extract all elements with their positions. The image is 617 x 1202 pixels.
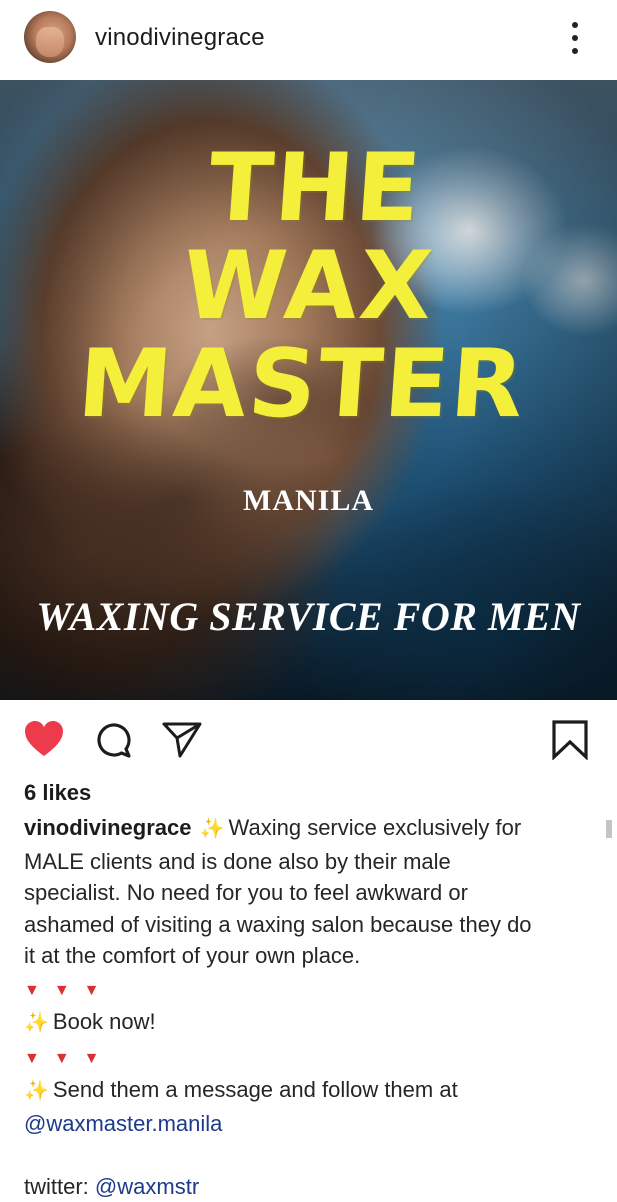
- caption-line: ashamed of visiting a waxing salon becau…: [24, 909, 594, 941]
- caption-line: vinodivinegrace ✨Waxing service exclusiv…: [24, 812, 594, 846]
- heart-filled-icon: [22, 718, 66, 760]
- promo-subtitle: MANILA: [0, 484, 617, 518]
- post-header: vinodivinegrace: [0, 0, 617, 80]
- like-button[interactable]: [22, 718, 66, 760]
- more-vertical-icon-dot: [572, 48, 578, 54]
- scroll-indicator[interactable]: [606, 820, 612, 838]
- caption-line: twitter: @waxmstr: [24, 1171, 594, 1202]
- post-caption: vinodivinegrace ✨Waxing service exclusiv…: [24, 812, 594, 1202]
- red-triangle-down-icon: ▼▼▼: [24, 982, 114, 999]
- caption-line: it at the comfort of your own place.: [24, 940, 594, 972]
- caption-text: Waxing service exclusively for: [229, 815, 522, 840]
- caption-line: ✨Book now!: [24, 1006, 594, 1040]
- share-button[interactable]: [160, 718, 204, 760]
- bookmark-icon: [548, 718, 592, 760]
- caption-line: MALE clients and is done also by their m…: [24, 846, 594, 878]
- caption-book-now: Book now!: [53, 1009, 156, 1034]
- more-vertical-icon-dot: [572, 35, 578, 41]
- more-options-button[interactable]: [560, 18, 590, 58]
- comment-button[interactable]: [92, 718, 136, 760]
- comment-icon: [92, 718, 136, 760]
- avatar[interactable]: [24, 11, 76, 63]
- promo-title-line: WAX: [0, 238, 617, 336]
- caption-emoji-line: ▼▼▼: [24, 1040, 594, 1075]
- sparkles-emoji-icon: ✨: [24, 1008, 49, 1040]
- promo-title-line: MASTER: [0, 336, 614, 434]
- caption-send-text: Send them a message and follow them at: [53, 1077, 458, 1102]
- caption-blank-line: [24, 1139, 594, 1171]
- caption-username[interactable]: vinodivinegrace: [24, 815, 192, 840]
- more-vertical-icon: [572, 22, 578, 28]
- caption-line: ✨Send them a message and follow them at: [24, 1074, 594, 1108]
- sparkles-emoji-icon: ✨: [200, 814, 225, 846]
- post-username[interactable]: vinodivinegrace: [95, 24, 265, 52]
- send-icon: [160, 718, 204, 760]
- promo-title: THE WAX MASTER: [0, 140, 617, 434]
- post-image[interactable]: THE WAX MASTER MANILA WAXING SERVICE FOR…: [0, 80, 617, 700]
- twitter-mention-link[interactable]: @waxmstr: [95, 1174, 199, 1199]
- caption-emoji-line: ▼▼▼: [24, 972, 594, 1007]
- post-action-bar: [0, 700, 617, 776]
- likes-count[interactable]: 6 likes: [24, 780, 91, 806]
- sparkles-emoji-icon: ✨: [24, 1076, 49, 1108]
- avatar-photo: [36, 27, 64, 57]
- caption-line: @waxmaster.manila: [24, 1108, 594, 1140]
- caption-line: specialist. No need for you to feel awkw…: [24, 877, 594, 909]
- red-triangle-down-icon: ▼▼▼: [24, 1050, 114, 1067]
- promo-title-line: THE: [3, 140, 617, 238]
- twitter-label: twitter:: [24, 1174, 89, 1199]
- save-button[interactable]: [548, 718, 592, 760]
- promo-tagline: WAXING SERVICE FOR MEN: [0, 593, 617, 640]
- instagram-mention-link[interactable]: @waxmaster.manila: [24, 1111, 222, 1136]
